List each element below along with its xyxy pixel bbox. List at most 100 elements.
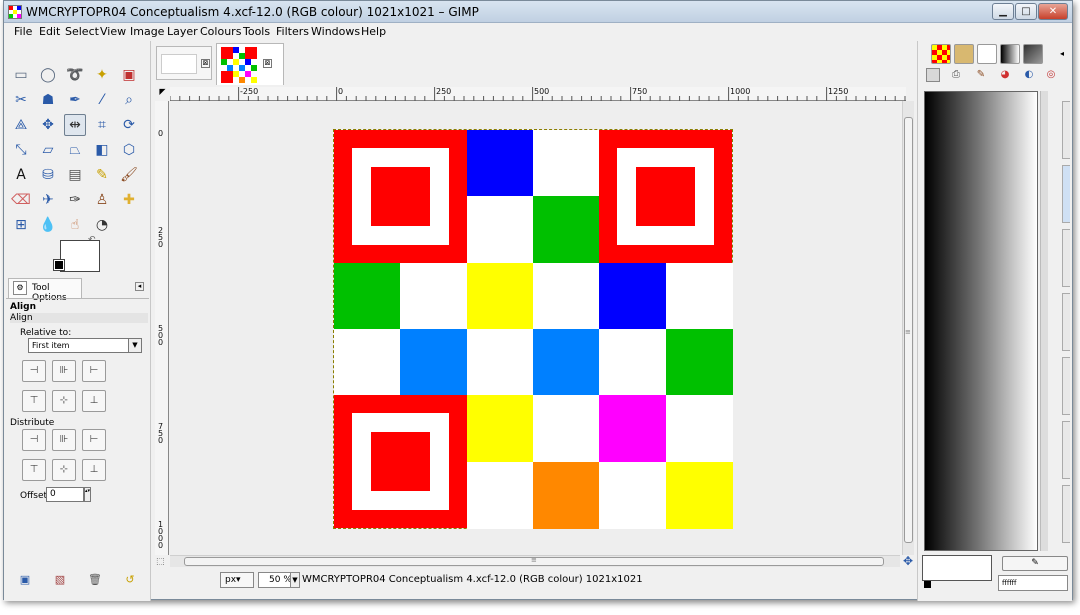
text-icon[interactable]: A (10, 164, 32, 186)
blur-icon[interactable]: 💧 (37, 214, 59, 236)
chevron-down-icon[interactable]: ▼ (290, 572, 300, 588)
scale-icon[interactable]: ⤡ (10, 139, 32, 161)
close-button[interactable]: ✕ (1038, 3, 1068, 20)
ruler-corner-icon[interactable]: ◤ (155, 87, 170, 101)
vertical-scroll-thumb[interactable]: ≡ (904, 117, 913, 543)
foreground-color-swatch[interactable] (53, 259, 65, 271)
perspective-clone-icon[interactable]: ⊞ (10, 214, 32, 236)
side-tab-5[interactable] (1062, 357, 1070, 415)
free-select-icon[interactable]: ➰ (64, 64, 86, 86)
menu-filters[interactable]: Filters (276, 25, 309, 38)
scissors-select-icon[interactable]: ✂ (10, 89, 32, 111)
fuzzy-select-icon[interactable]: ✦ (91, 64, 113, 86)
align-left-edge-icon[interactable]: ⊣ (22, 360, 46, 382)
close-tab-icon[interactable]: ⊠ (263, 59, 272, 68)
reset-options-icon[interactable]: ↺ (123, 573, 137, 587)
distribute-right-icon[interactable]: ⊢ (82, 429, 106, 451)
distribute-middle-vertical-icon[interactable]: ⊹ (52, 459, 76, 481)
swap-colors-icon[interactable]: ↶ (88, 235, 96, 245)
hex-color-input[interactable]: ffffff (998, 575, 1068, 591)
clone-icon[interactable]: ♙ (91, 189, 113, 211)
navigate-icon[interactable]: ✥ (902, 555, 914, 567)
align-center-horizontal-icon[interactable]: ⊪ (52, 360, 76, 382)
tab-patterns[interactable] (931, 44, 951, 64)
gradient-preview[interactable] (924, 91, 1038, 551)
blend-icon[interactable]: ▤ (64, 164, 86, 186)
side-tab-3[interactable] (1062, 229, 1070, 287)
measure-icon[interactable]: ⟁ (10, 114, 32, 136)
distribute-left-icon[interactable]: ⊣ (22, 429, 46, 451)
align-icon[interactable]: ⇹ (64, 114, 86, 136)
tab-tool-options[interactable]: ⚙ Tool Options (8, 278, 82, 303)
paintbrush-icon[interactable]: ✎ (974, 68, 988, 82)
tab-paths[interactable] (977, 44, 997, 64)
side-tab-7[interactable] (1062, 485, 1070, 543)
distribute-bottom-icon[interactable]: ⊥ (82, 459, 106, 481)
maximize-button[interactable]: □ (1015, 3, 1037, 20)
menu-view[interactable]: View (100, 25, 126, 38)
dock-foreground-swatch[interactable] (924, 581, 931, 588)
tab-brushes[interactable] (954, 44, 974, 64)
distribute-center-horizontal-icon[interactable]: ⊪ (52, 429, 76, 451)
tab-fonts[interactable] (1023, 44, 1043, 64)
airbrush-icon[interactable]: ✈ (37, 189, 59, 211)
fg-bg-colors[interactable]: ↶ (53, 235, 100, 274)
history-icon[interactable]: ◎ (1044, 68, 1058, 82)
edit-color-button[interactable]: ✎ (1002, 556, 1068, 571)
select-by-color-icon[interactable]: ▣ (118, 64, 140, 86)
shear-icon[interactable]: ▱ (37, 139, 59, 161)
menu-select[interactable]: Select (65, 25, 99, 38)
bucket-fill-icon[interactable]: ⛁ (37, 164, 59, 186)
tab-gradients[interactable] (1000, 44, 1020, 64)
relative-to-select[interactable]: First item ▼ (28, 338, 142, 353)
offset-input[interactable]: 0 (46, 487, 84, 502)
palette-icon[interactable]: ◐ (1022, 68, 1036, 82)
menu-image[interactable]: Image (130, 25, 164, 38)
align-bottom-edge-icon[interactable]: ⊥ (82, 390, 106, 412)
ink-icon[interactable]: ✑ (64, 189, 86, 211)
menu-help[interactable]: Help (361, 25, 386, 38)
side-tab-6[interactable] (1062, 421, 1070, 479)
dock-background-swatch[interactable] (922, 555, 992, 581)
align-middle-vertical-icon[interactable]: ⊹ (52, 390, 76, 412)
horizontal-scrollbar[interactable]: ≡ (170, 555, 900, 567)
gimp-logo-icon[interactable] (926, 68, 940, 82)
menu-file[interactable]: File (14, 25, 32, 38)
tab-menu-icon[interactable]: ◂ (135, 282, 144, 291)
menu-layer[interactable]: Layer (167, 25, 198, 38)
align-right-edge-icon[interactable]: ⊢ (82, 360, 106, 382)
close-tab-icon[interactable]: ⊠ (201, 59, 210, 68)
delete-options-icon[interactable]: 🗑 (88, 573, 102, 587)
dock-menu-icon[interactable]: ◂ (1060, 49, 1064, 58)
dock-scrollbar[interactable] (1040, 91, 1048, 551)
cage-transform-icon[interactable]: ⬡ (118, 139, 140, 161)
qr-image[interactable] (333, 129, 733, 529)
printer-icon[interactable]: ⎙ (949, 68, 963, 82)
minimize-button[interactable]: ▁ (992, 3, 1014, 20)
image-tab-empty[interactable]: ⊠ (156, 46, 212, 80)
pencil-icon[interactable]: ✎ (91, 164, 113, 186)
color-wheel-icon[interactable]: ◕ (998, 68, 1012, 82)
perspective-icon[interactable]: ⏢ (64, 139, 86, 161)
flip-icon[interactable]: ◧ (91, 139, 113, 161)
menu-edit[interactable]: Edit (39, 25, 60, 38)
ellipse-select-icon[interactable]: ◯ (37, 64, 59, 86)
image-canvas[interactable] (170, 101, 900, 555)
paintbrush-icon[interactable]: 🖌 (118, 164, 140, 186)
save-options-icon[interactable]: ▣ (18, 573, 32, 587)
unit-select[interactable]: px▾ (220, 572, 254, 588)
dodge-burn-icon[interactable]: ◔ (91, 214, 113, 236)
side-tab-4[interactable] (1062, 293, 1070, 351)
smudge-icon[interactable]: ☝ (64, 214, 86, 236)
distribute-top-icon[interactable]: ⊤ (22, 459, 46, 481)
crop-icon[interactable]: ⌗ (91, 114, 113, 136)
horizontal-scroll-thumb[interactable]: ≡ (184, 556, 884, 566)
vertical-ruler[interactable]: 0 2 5 0 5 0 0 7 5 0 1 0 0 0 (155, 101, 169, 555)
menu-windows[interactable]: Windows (311, 25, 360, 38)
side-tab-2[interactable] (1062, 165, 1070, 223)
offset-spinner[interactable]: ▴▾ (84, 487, 91, 502)
side-tab-1[interactable] (1062, 101, 1070, 159)
restore-options-icon[interactable]: ▧ (53, 573, 67, 587)
zoom-icon[interactable]: ⌕ (118, 89, 140, 111)
dock-fg-bg-colors[interactable] (922, 555, 994, 595)
